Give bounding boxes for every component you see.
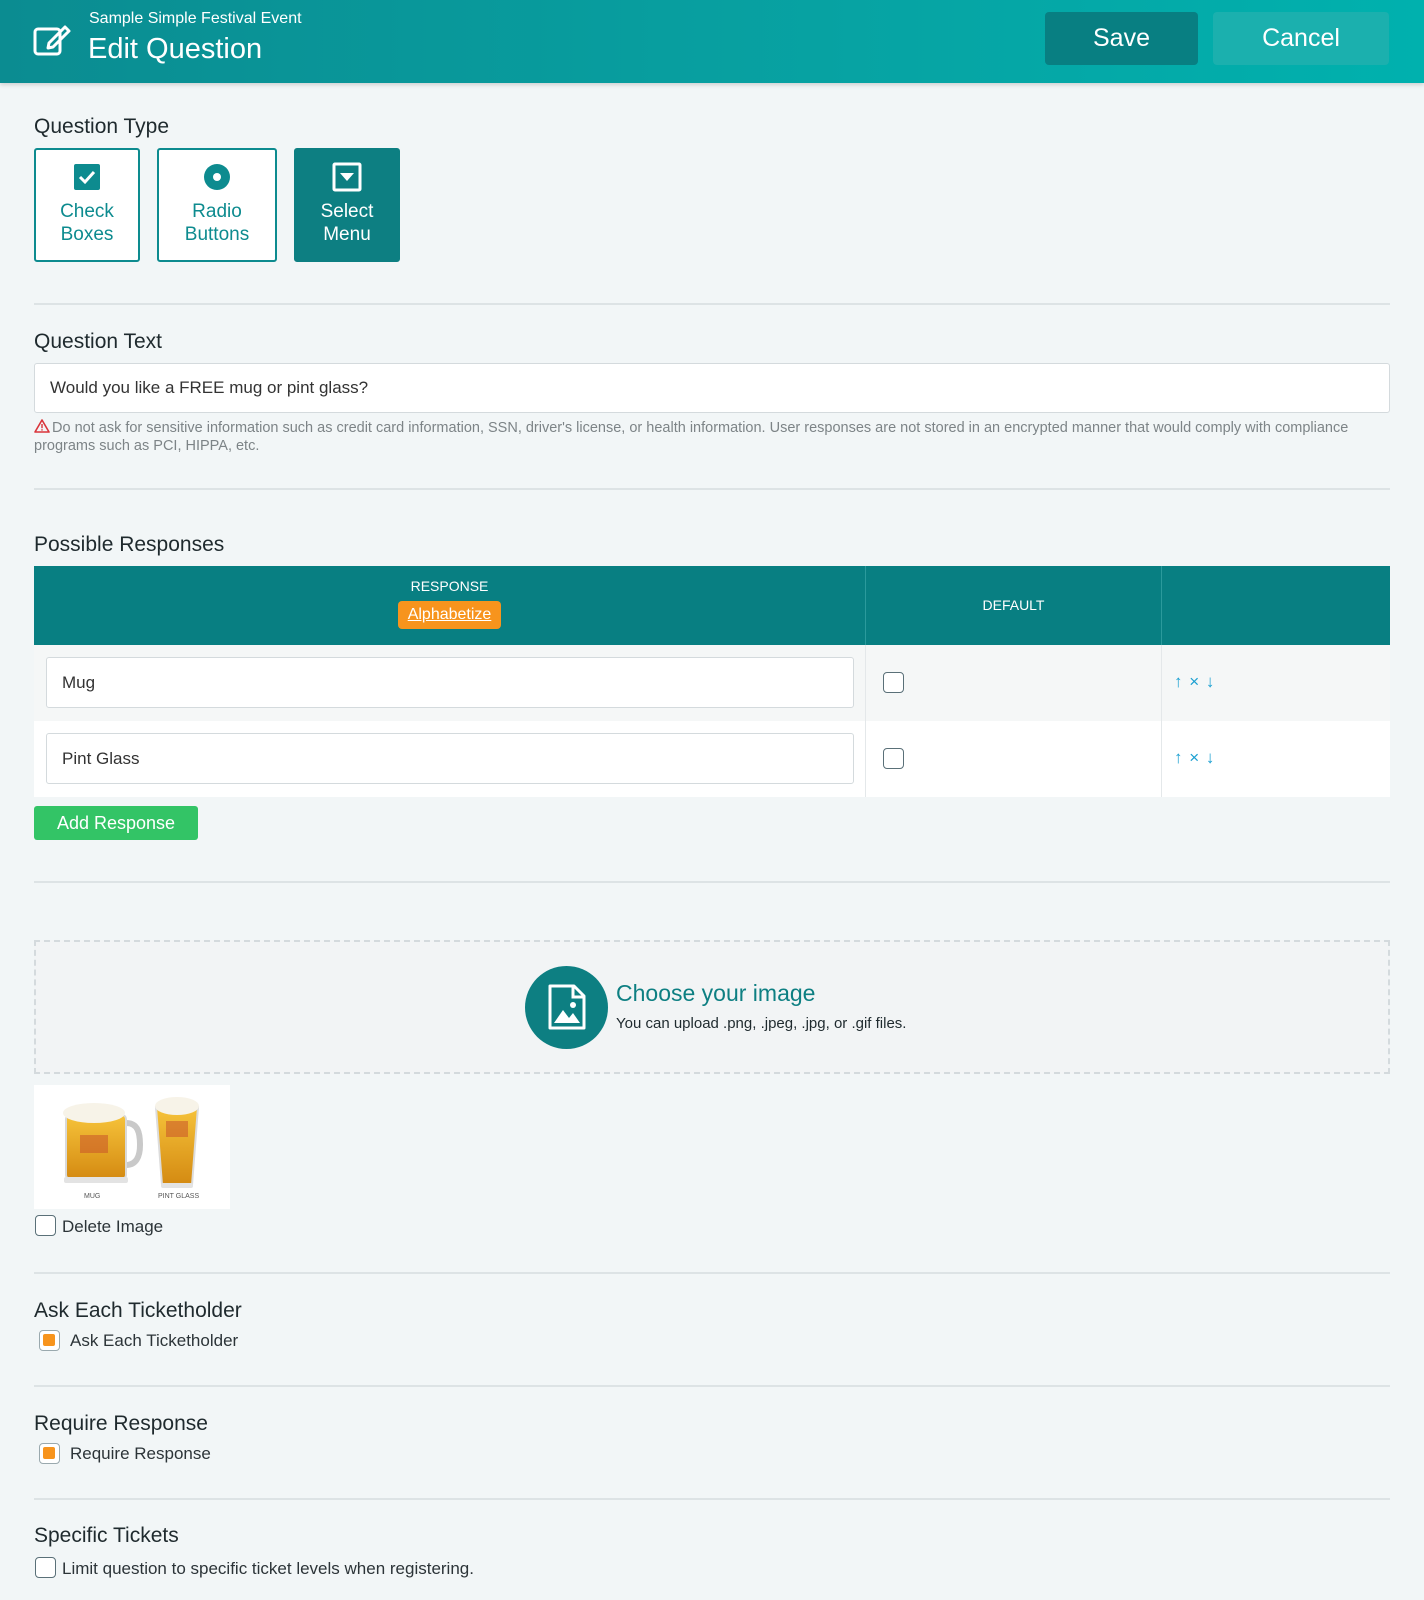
mug-and-pint-glass-image: MUG PINT GLASS (63, 1097, 199, 1200)
response-input[interactable] (46, 657, 854, 708)
table-row: ↑ × ↓ (34, 721, 1390, 797)
require-response-checkbox[interactable] (39, 1443, 60, 1464)
move-up-button[interactable]: ↑ (1174, 672, 1184, 691)
type-label-line1: Check (60, 201, 114, 222)
ask-each-label: Ask Each Ticketholder (70, 1331, 239, 1350)
remove-button[interactable]: × (1189, 672, 1200, 691)
pint-glass-caption: PINT GLASS (158, 1193, 199, 1200)
dropzone-title: Choose your image (616, 980, 816, 1006)
mug-caption: MUG (84, 1193, 100, 1200)
remove-button[interactable]: × (1189, 748, 1200, 767)
warning-text: Do not ask for sensitive information suc… (34, 420, 1349, 454)
cell-divider (865, 721, 866, 797)
event-name: Sample Simple Festival Event (89, 10, 302, 27)
cancel-button[interactable]: Cancel (1213, 12, 1389, 65)
warning-icon (34, 419, 50, 433)
specific-tickets-label: Limit question to specific ticket levels… (62, 1559, 474, 1578)
section-divider (34, 488, 1390, 490)
row-actions: ↑ × ↓ (1174, 672, 1215, 692)
type-label-line1: Radio (192, 201, 242, 222)
require-response-heading: Require Response (34, 1412, 208, 1435)
default-checkbox[interactable] (883, 672, 904, 693)
default-column-header: DEFAULT (982, 597, 1045, 613)
question-text-input[interactable] (34, 363, 1390, 413)
default-checkbox[interactable] (883, 748, 904, 769)
checkbox-icon (74, 164, 100, 190)
type-label-line2: Buttons (184, 224, 250, 245)
ask-each-heading: Ask Each Ticketholder (34, 1299, 242, 1322)
image-upload-icon (525, 966, 608, 1049)
section-divider (34, 1498, 1390, 1500)
cell-divider (865, 645, 866, 721)
question-text-heading: Question Text (34, 330, 163, 353)
image-dropzone[interactable]: Choose your image You can upload .png, .… (34, 940, 1390, 1074)
page-title: Edit Question (88, 33, 263, 65)
table-row: ↑ × ↓ (34, 645, 1390, 721)
responses-table-header: RESPONSE Alphabetize DEFAULT (34, 566, 1390, 645)
sensitive-info-warning: Do not ask for sensitive information suc… (34, 419, 1394, 455)
move-down-button[interactable]: ↓ (1206, 748, 1216, 767)
column-divider (1161, 566, 1162, 645)
type-radio-buttons[interactable]: Radio Buttons (157, 148, 277, 262)
uploaded-image-thumbnail: MUG PINT GLASS (34, 1085, 230, 1209)
radio-icon (204, 164, 230, 190)
question-type-heading: Question Type (34, 115, 170, 138)
save-button[interactable]: Save (1045, 12, 1198, 65)
specific-tickets-heading: Specific Tickets (34, 1524, 179, 1547)
section-divider (34, 303, 1390, 305)
possible-responses-heading: Possible Responses (34, 533, 225, 556)
type-label-line2: Menu (323, 224, 371, 245)
response-input[interactable] (46, 733, 854, 784)
type-select-menu[interactable]: Select Menu (294, 148, 400, 262)
section-divider (34, 1272, 1390, 1274)
specific-tickets-checkbox[interactable] (35, 1557, 56, 1578)
page-header: Sample Simple Festival Event Edit Questi… (0, 0, 1424, 83)
cell-divider (1161, 721, 1162, 797)
response-column-label: RESPONSE (410, 578, 489, 594)
response-column-header: RESPONSE Alphabetize (34, 566, 865, 645)
move-down-button[interactable]: ↓ (1206, 672, 1216, 691)
delete-image-label: Delete Image (62, 1217, 164, 1236)
ask-each-checkbox[interactable] (39, 1330, 60, 1351)
cell-divider (1161, 645, 1162, 721)
section-divider (34, 1385, 1390, 1387)
require-response-label: Require Response (70, 1444, 211, 1463)
add-response-button[interactable]: Add Response (34, 806, 198, 840)
select-menu-icon (332, 162, 362, 192)
image-file-icon (548, 984, 586, 1030)
type-check-boxes[interactable]: Check Boxes (34, 148, 140, 262)
type-label-line2: Boxes (60, 224, 114, 245)
edit-icon (33, 25, 71, 56)
delete-image-checkbox[interactable] (35, 1215, 56, 1236)
dropzone-subtitle: You can upload .png, .jpeg, .jpg, or .gi… (616, 1015, 907, 1032)
move-up-button[interactable]: ↑ (1174, 748, 1184, 767)
section-divider (34, 881, 1390, 883)
alphabetize-button[interactable]: Alphabetize (397, 601, 502, 629)
row-actions: ↑ × ↓ (1174, 748, 1215, 768)
type-label-line1: Select (320, 201, 374, 222)
